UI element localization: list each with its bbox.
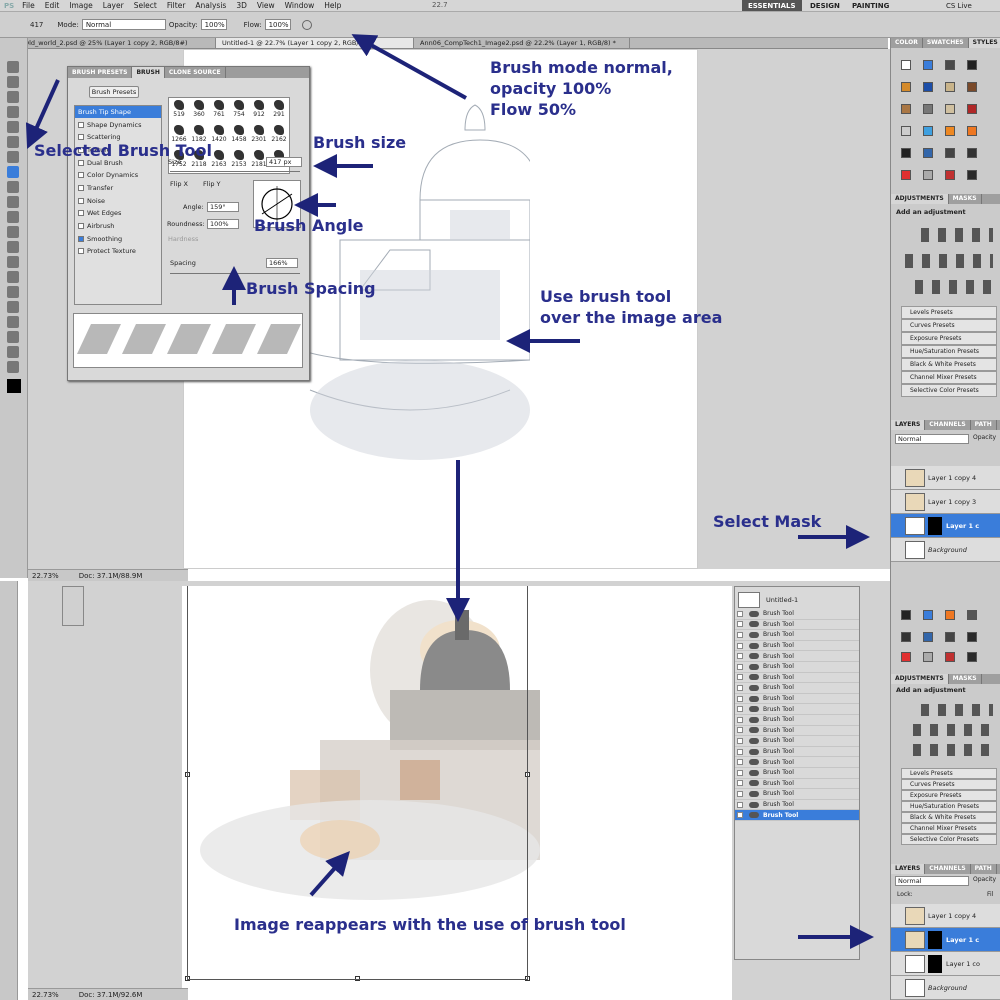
annotation-arrows [25, 34, 874, 949]
arrow-to-options [351, 34, 467, 100]
arrow-to-reappeared [309, 851, 350, 897]
arrow-to-brush-tool [25, 79, 60, 149]
tutorial-screenshot: PS File Edit Image Layer Select Filter A… [0, 0, 1000, 1000]
